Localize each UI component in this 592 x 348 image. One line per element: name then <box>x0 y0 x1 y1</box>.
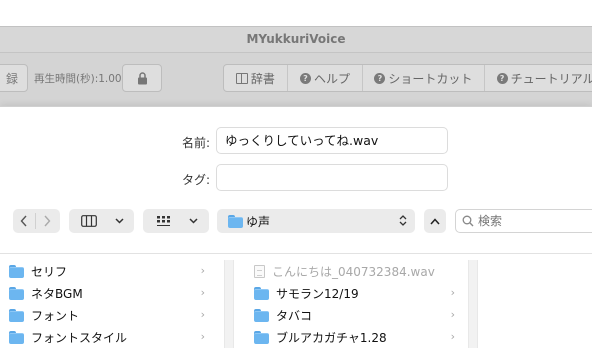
desktop-top <box>0 0 592 26</box>
search-field[interactable] <box>455 209 592 233</box>
tag-row: タグ: <box>0 164 592 192</box>
question-icon: ? <box>496 72 508 84</box>
item-label: ネタBGM <box>31 286 83 301</box>
name-row: 名前: ゆっくりしていってね.wav <box>0 127 592 155</box>
chevron-right-icon: › <box>200 286 205 299</box>
chevron-down-icon <box>189 218 198 224</box>
item-label: セリフ <box>31 264 68 279</box>
playback-time-label: 再生時間(秒):1.00 <box>34 73 122 85</box>
column-browser: セリフ › ネタBGM › フォント › フォントスタイル › こんにちは_04… <box>0 253 592 348</box>
item-label: フォントスタイル <box>31 330 128 345</box>
chevron-right-icon: › <box>200 330 205 343</box>
lock-icon <box>137 71 147 84</box>
audio-file-icon <box>254 264 265 278</box>
item-label: タバコ <box>276 308 313 323</box>
folder-icon <box>9 331 24 344</box>
current-folder-label: ゆ声 <box>246 214 271 229</box>
navigation-bar: ゆ声 <box>0 209 592 237</box>
list-item[interactable]: フォントスタイル › <box>0 326 215 348</box>
up-down-chevron-icon <box>399 215 407 226</box>
folder-icon <box>254 331 269 344</box>
list-item[interactable]: セリフ › <box>0 260 215 282</box>
record-label: 録 <box>5 71 18 86</box>
column-view-icon <box>81 215 97 227</box>
view-mode-grid-select[interactable] <box>143 209 209 233</box>
app-title: MYukkuriVoice <box>246 32 346 46</box>
back-button[interactable] <box>13 209 35 233</box>
column-1: セリフ › ネタBGM › フォント › フォントスタイル › <box>0 254 215 348</box>
search-icon <box>462 215 474 227</box>
list-item[interactable]: タバコ › <box>245 304 465 326</box>
grid-view-icon <box>157 216 170 226</box>
chevron-down-icon <box>115 218 124 224</box>
name-label: 名前: <box>181 136 210 150</box>
column-resize-handle[interactable] <box>468 260 478 348</box>
item-label: こんにちは_040732384.wav <box>272 264 435 279</box>
search-input[interactable] <box>478 214 578 228</box>
list-item[interactable]: サモラン12/19 › <box>245 282 465 304</box>
dictionary-label: 辞書 <box>250 71 275 86</box>
tutorial-label: チュートリアル <box>510 71 592 86</box>
chevron-right-icon <box>44 215 51 227</box>
location-popup[interactable]: ゆ声 <box>217 209 415 233</box>
column-resize-handle[interactable] <box>224 260 234 348</box>
item-label: ブルアカガチャ1.28 <box>276 330 387 345</box>
chevron-right-icon: › <box>200 264 205 277</box>
folder-icon <box>228 215 243 228</box>
question-icon: ? <box>299 72 311 84</box>
list-item[interactable]: ブルアカガチャ1.28 › <box>245 326 465 348</box>
list-item[interactable]: フォント › <box>0 304 215 326</box>
chevron-up-icon <box>430 217 440 224</box>
view-mode-column-select[interactable] <box>69 209 134 233</box>
app-window: MYukkuriVoice 録 再生時間(秒):1.00 辞書 ? ヘルプ ? … <box>0 26 592 107</box>
folder-icon <box>9 265 24 278</box>
chevron-right-icon: › <box>450 330 455 343</box>
help-label: ヘルプ <box>313 71 350 86</box>
forward-button[interactable] <box>36 209 58 233</box>
chevron-right-icon: › <box>450 308 455 321</box>
column-2: こんにちは_040732384.wav サモラン12/19 › タバコ › ブル… <box>245 254 465 348</box>
chevron-right-icon: › <box>200 308 205 321</box>
book-icon <box>235 72 248 84</box>
filename-input[interactable]: ゆっくりしていってね.wav <box>216 127 448 154</box>
chevron-left-icon <box>20 215 27 227</box>
folder-icon <box>254 287 269 300</box>
folder-icon <box>9 309 24 322</box>
back-forward-group <box>13 209 60 233</box>
chevron-right-icon: › <box>450 286 455 299</box>
help-button[interactable]: ? ヘルプ <box>288 65 364 91</box>
app-toolbar: 録 再生時間(秒):1.00 辞書 ? ヘルプ ? ショートカット ? チュート… <box>0 52 592 107</box>
tag-input[interactable] <box>216 164 448 191</box>
record-button[interactable]: 録 <box>0 64 28 92</box>
list-item: こんにちは_040732384.wav <box>245 260 465 282</box>
folder-icon <box>254 309 269 322</box>
toolbar-button-group: 辞書 ? ヘルプ ? ショートカット ? チュートリアル <box>223 64 592 92</box>
lock-button[interactable] <box>122 64 162 92</box>
question-icon: ? <box>374 72 386 84</box>
tutorial-button[interactable]: ? チュートリアル <box>485 65 592 91</box>
item-label: サモラン12/19 <box>276 286 359 301</box>
tag-label: タグ: <box>181 173 210 187</box>
save-dialog: 名前: ゆっくりしていってね.wav タグ: ゆ声 検索 セリフ › ネタBGM… <box>0 106 592 348</box>
item-label: フォント <box>31 308 80 323</box>
dictionary-button[interactable]: 辞書 <box>224 65 288 91</box>
folder-icon <box>9 287 24 300</box>
list-item[interactable]: ネタBGM › <box>0 282 215 304</box>
shortcut-label: ショートカット <box>388 71 473 86</box>
shortcut-button[interactable]: ? ショートカット <box>363 65 485 91</box>
collapse-button[interactable] <box>424 209 446 233</box>
